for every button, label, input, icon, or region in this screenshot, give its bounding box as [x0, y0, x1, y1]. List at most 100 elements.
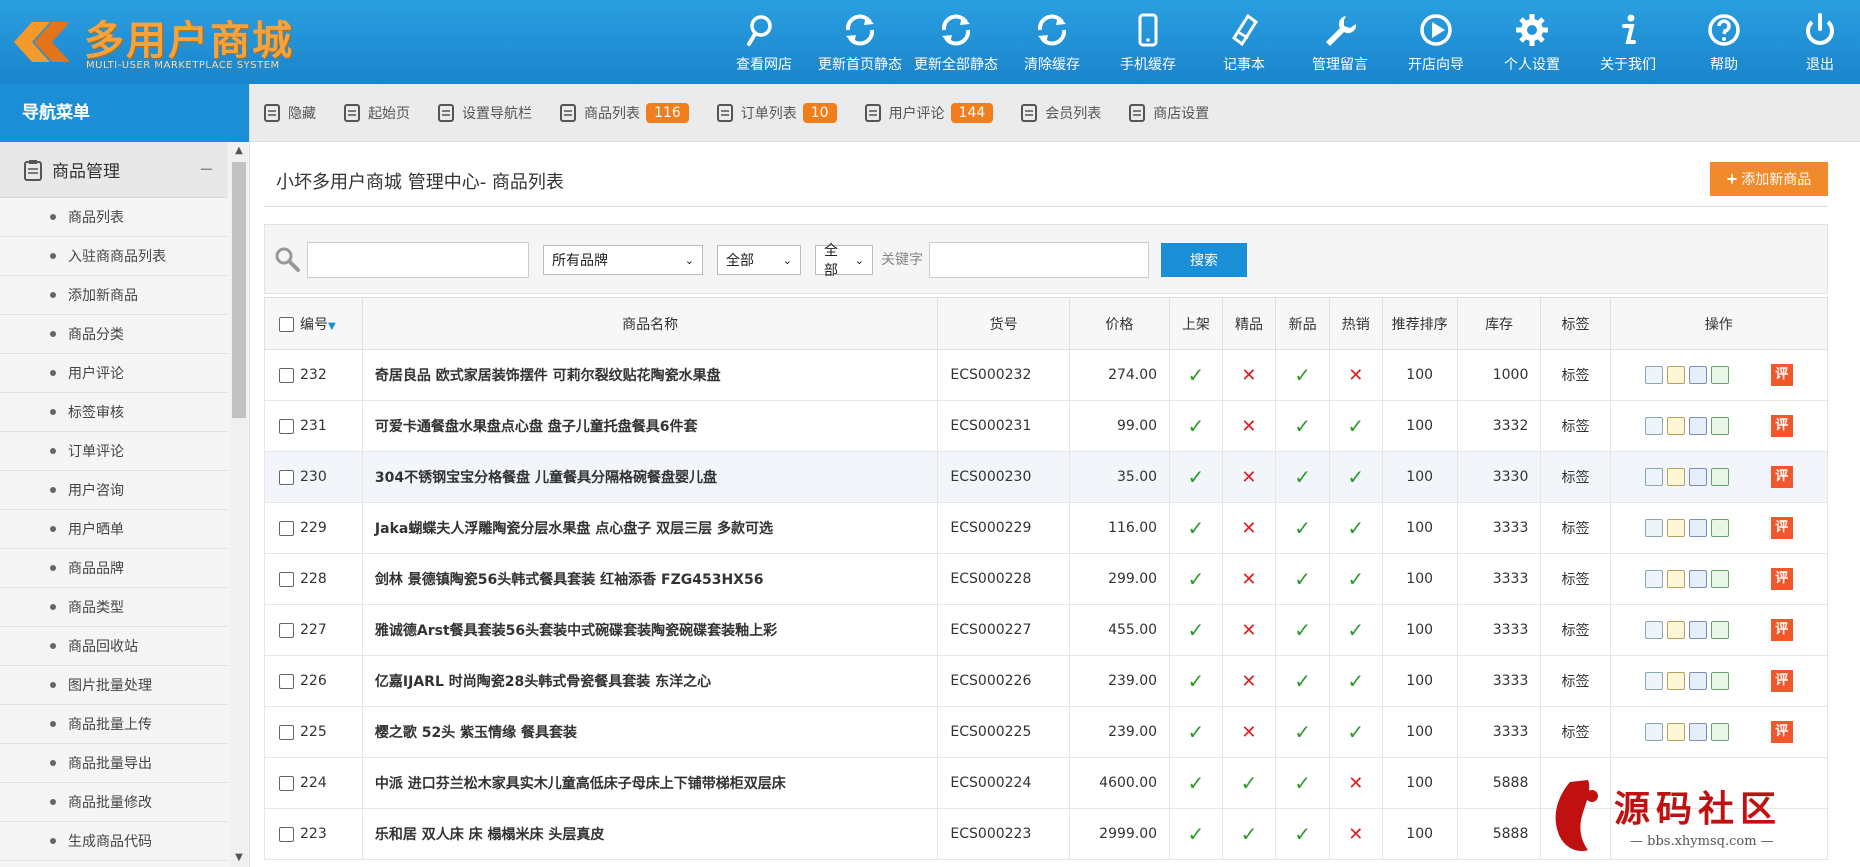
- topnav-item-1[interactable]: 更新首页静态: [812, 0, 908, 84]
- status-select[interactable]: 全部 ⌄: [717, 245, 801, 275]
- row-stock[interactable]: 3333: [1456, 604, 1542, 656]
- col-header-onsale[interactable]: 上架: [1169, 297, 1223, 350]
- cross-icon[interactable]: ✕: [1348, 773, 1363, 794]
- review-button[interactable]: 评: [1770, 466, 1793, 488]
- topnav-item-10[interactable]: 帮助: [1676, 0, 1772, 84]
- check-icon[interactable]: ✓: [1294, 822, 1311, 846]
- row-stock[interactable]: 3333: [1456, 706, 1542, 758]
- topnav-item-5[interactable]: 记事本: [1196, 0, 1292, 84]
- toolbar-item-2[interactable]: 设置导航栏: [436, 103, 532, 123]
- row-tag[interactable]: 标签: [1540, 400, 1611, 452]
- view-icon[interactable]: [1644, 366, 1663, 384]
- view-icon[interactable]: [1644, 468, 1663, 486]
- check-icon[interactable]: ✓: [1347, 567, 1364, 591]
- sidebar-item-3[interactable]: 商品分类: [0, 315, 228, 354]
- col-header-new[interactable]: 新品: [1275, 297, 1331, 350]
- trash-icon[interactable]: [1710, 621, 1729, 639]
- copy-icon[interactable]: [1688, 672, 1707, 690]
- copy-icon[interactable]: [1688, 468, 1707, 486]
- col-header-best[interactable]: 精品: [1221, 297, 1277, 350]
- cross-icon[interactable]: ✕: [1241, 569, 1256, 590]
- row-checkbox[interactable]: [279, 622, 294, 638]
- row-name[interactable]: 樱之歌 52头 紫玉情缘 餐具套装: [361, 706, 939, 758]
- view-icon[interactable]: [1644, 723, 1663, 741]
- sidebar-item-8[interactable]: 用户晒单: [0, 510, 228, 549]
- col-header-price[interactable]: 价格: [1068, 297, 1171, 350]
- toolbar-item-7[interactable]: 商店设置: [1127, 103, 1209, 123]
- check-icon[interactable]: ✓: [1347, 414, 1364, 438]
- sidebar-item-7[interactable]: 用户咨询: [0, 471, 228, 510]
- check-icon[interactable]: ✓: [1187, 669, 1204, 693]
- edit-icon[interactable]: [1666, 621, 1685, 639]
- trash-icon[interactable]: [1710, 570, 1729, 588]
- sidebar-item-15[interactable]: 商品批量修改: [0, 783, 228, 822]
- col-header-name[interactable]: 商品名称: [361, 297, 939, 350]
- row-sort[interactable]: 100: [1381, 400, 1458, 452]
- check-icon[interactable]: ✓: [1347, 669, 1364, 693]
- row-name[interactable]: 亿嘉IJARL 时尚陶瓷28头韩式骨瓷餐具套装 东洋之心: [361, 655, 939, 707]
- topnav-item-4[interactable]: 手机缓存: [1100, 0, 1196, 84]
- cross-icon[interactable]: ✕: [1241, 467, 1256, 488]
- copy-icon[interactable]: [1688, 723, 1707, 741]
- check-icon[interactable]: ✓: [1347, 516, 1364, 540]
- toolbar-item-0[interactable]: 隐藏: [262, 103, 316, 123]
- view-icon[interactable]: [1644, 672, 1663, 690]
- view-icon[interactable]: [1644, 519, 1663, 537]
- row-price[interactable]: 99.00: [1068, 400, 1171, 452]
- row-tag[interactable]: 标签: [1540, 451, 1611, 503]
- toolbar-item-4[interactable]: 订单列表 10: [715, 102, 837, 123]
- edit-icon[interactable]: [1666, 468, 1685, 486]
- sidebar-item-14[interactable]: 商品批量导出: [0, 744, 228, 783]
- cross-icon[interactable]: ✕: [1348, 365, 1363, 386]
- row-sort[interactable]: 100: [1381, 706, 1458, 758]
- trash-icon[interactable]: [1710, 672, 1729, 690]
- sidebar-item-9[interactable]: 商品品牌: [0, 549, 228, 588]
- check-icon[interactable]: ✓: [1187, 363, 1204, 387]
- sidebar-item-5[interactable]: 标签审核: [0, 393, 228, 432]
- edit-icon[interactable]: [1666, 366, 1685, 384]
- check-icon[interactable]: ✓: [1187, 618, 1204, 642]
- row-checkbox[interactable]: [279, 367, 294, 383]
- row-checkbox[interactable]: [279, 571, 294, 587]
- cross-icon[interactable]: ✕: [1241, 620, 1256, 641]
- row-name[interactable]: 剑林 景德镇陶瓷56头韩式餐具套装 红袖添香 FZG453HX56: [361, 553, 939, 605]
- edit-icon[interactable]: [1666, 519, 1685, 537]
- collapse-icon[interactable]: −: [199, 159, 214, 180]
- row-price[interactable]: 4600.00: [1068, 757, 1171, 809]
- sidebar-group-goods[interactable]: 商品管理 −: [0, 142, 228, 198]
- topnav-item-3[interactable]: 清除缓存: [1004, 0, 1100, 84]
- trash-icon[interactable]: [1710, 366, 1729, 384]
- row-tag[interactable]: 标签: [1540, 553, 1611, 605]
- row-stock[interactable]: 3330: [1456, 451, 1542, 503]
- row-tag[interactable]: 标签: [1540, 502, 1611, 554]
- sidebar-item-12[interactable]: 图片批量处理: [0, 666, 228, 705]
- col-header-stock[interactable]: 库存: [1456, 297, 1542, 350]
- view-icon[interactable]: [1644, 570, 1663, 588]
- topnav-item-6[interactable]: 管理留言: [1292, 0, 1388, 84]
- row-price[interactable]: 239.00: [1068, 706, 1171, 758]
- row-name[interactable]: 乐和居 双人床 床 榻榻米床 头层真皮: [361, 808, 939, 860]
- sidebar-scrollbar[interactable]: ▲ ▼: [230, 142, 248, 867]
- sidebar-item-1[interactable]: 入驻商商品列表: [0, 237, 228, 276]
- check-icon[interactable]: ✓: [1187, 822, 1204, 846]
- scroll-down-icon[interactable]: ▼: [230, 849, 248, 867]
- row-name[interactable]: Jaka蝴蝶夫人浮雕陶瓷分层水果盘 点心盘子 双层三层 多款可选: [361, 502, 939, 554]
- check-icon[interactable]: ✓: [1294, 720, 1311, 744]
- type-select[interactable]: 全部 ⌄: [815, 243, 873, 279]
- trash-icon[interactable]: [1710, 468, 1729, 486]
- row-checkbox[interactable]: [279, 826, 294, 842]
- row-checkbox[interactable]: [279, 418, 294, 434]
- topnav-item-0[interactable]: 查看网店: [716, 0, 812, 84]
- review-button[interactable]: 评: [1770, 619, 1793, 641]
- topnav-item-11[interactable]: 退出: [1772, 0, 1860, 84]
- row-sort[interactable]: 100: [1381, 349, 1458, 401]
- sidebar-item-10[interactable]: 商品类型: [0, 588, 228, 627]
- toolbar-item-6[interactable]: 会员列表: [1019, 103, 1101, 123]
- row-stock[interactable]: 5888: [1456, 757, 1542, 809]
- cross-icon[interactable]: ✕: [1241, 365, 1256, 386]
- check-icon[interactable]: ✓: [1241, 822, 1258, 846]
- col-header-sn[interactable]: 货号: [937, 297, 1070, 350]
- view-icon[interactable]: [1644, 621, 1663, 639]
- row-price[interactable]: 455.00: [1068, 604, 1171, 656]
- review-button[interactable]: 评: [1770, 670, 1793, 692]
